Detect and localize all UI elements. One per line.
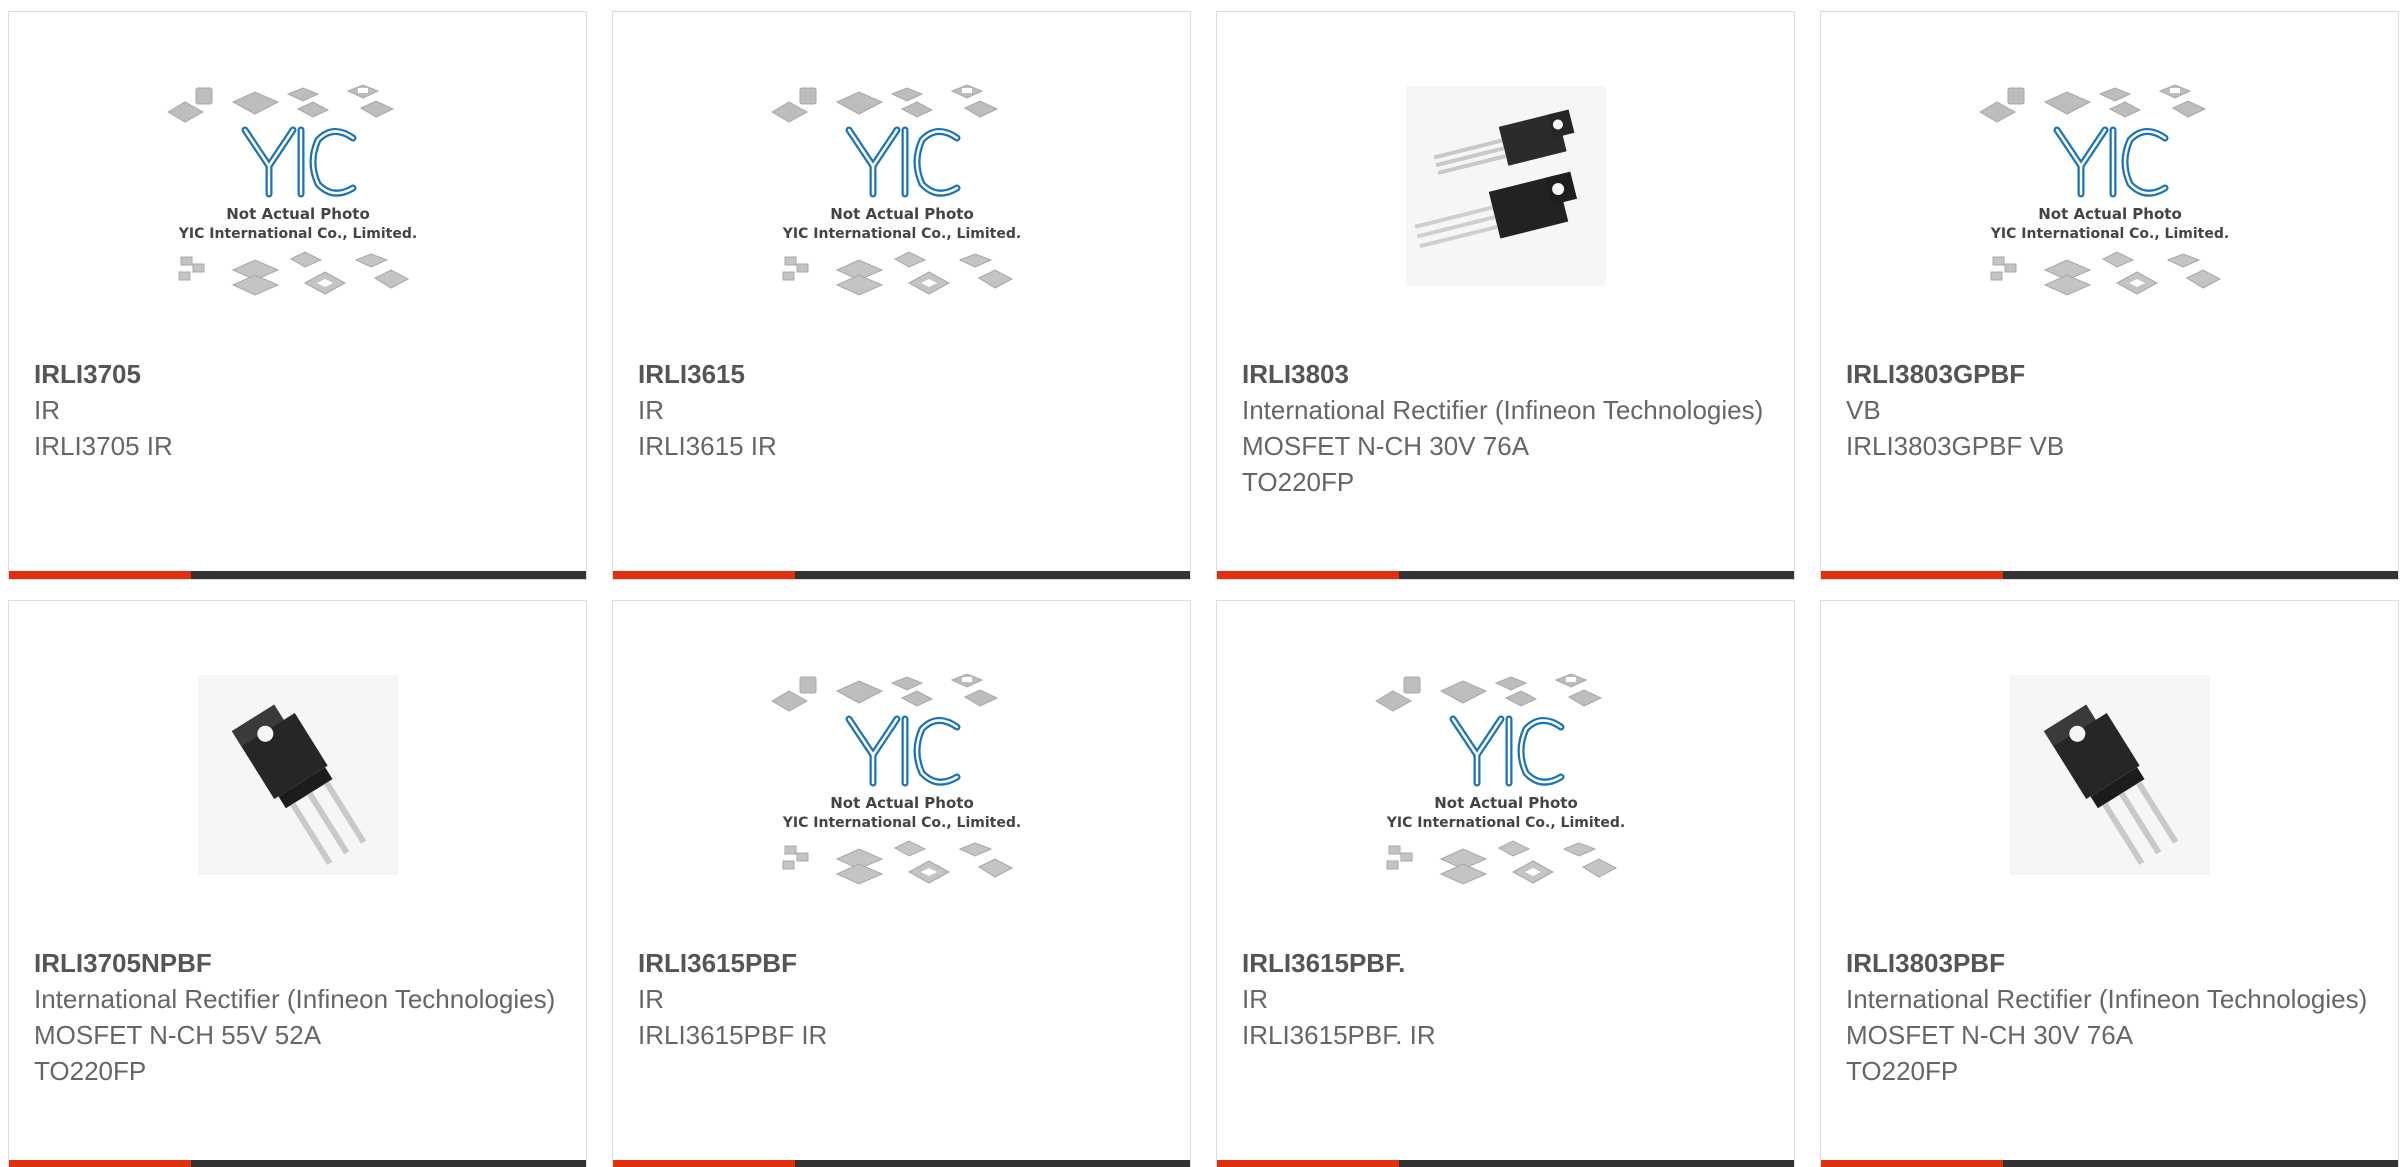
- product-info: IRLI3615PBF IR IRLI3615PBF IR: [638, 945, 1170, 1053]
- card-accent: [613, 1160, 795, 1167]
- product-image[interactable]: [1217, 74, 1794, 352]
- card-bottom-bar: [1217, 571, 1794, 579]
- product-card[interactable]: Not Actual Photo YIC International Co., …: [612, 11, 1191, 580]
- product-grid: Not Actual Photo YIC International Co., …: [0, 0, 2400, 1167]
- to220-package-pair-image: [1405, 86, 1606, 286]
- description: MOSFET N-CH 30V 76A: [1242, 431, 1530, 461]
- product-image[interactable]: [9, 663, 586, 941]
- product-image[interactable]: Not Actual Photo YIC International Co., …: [613, 74, 1190, 352]
- card-accent: [1821, 1160, 2003, 1167]
- product-card[interactable]: Not Actual Photo YIC International Co., …: [8, 11, 587, 580]
- card-accent: [1217, 1160, 1399, 1167]
- not-actual-photo-image: Not Actual Photo YIC International Co., …: [166, 84, 417, 296]
- package: TO220FP: [1242, 467, 1355, 497]
- card-bottom-bar: [1821, 571, 2398, 579]
- placeholder-caption-2: YIC International Co., Limited.: [1989, 226, 2228, 242]
- placeholder-caption-1: Not Actual Photo: [2038, 205, 2182, 223]
- product-info: IRLI3615PBF. IR IRLI3615PBF. IR: [1242, 945, 1774, 1053]
- description: IRLI3803GPBF VB: [1846, 431, 2065, 461]
- placeholder-caption-1: Not Actual Photo: [1434, 794, 1578, 812]
- placeholder-caption-2: YIC International Co., Limited.: [177, 226, 416, 242]
- product-info: IRLI3803PBF International Rectifier (Inf…: [1846, 945, 2378, 1089]
- part-number-link[interactable]: IRLI3615PBF.: [1242, 945, 1774, 981]
- product-info: IRLI3615 IR IRLI3615 IR: [638, 356, 1170, 464]
- part-number-link[interactable]: IRLI3615PBF: [638, 945, 1170, 981]
- description: IRLI3615 IR: [638, 431, 777, 461]
- product-card[interactable]: Not Actual Photo YIC International Co., …: [612, 600, 1191, 1167]
- part-number-link[interactable]: IRLI3615: [638, 356, 1170, 392]
- not-actual-photo-image: Not Actual Photo YIC International Co., …: [770, 84, 1021, 296]
- product-image[interactable]: Not Actual Photo YIC International Co., …: [1821, 74, 2398, 352]
- placeholder-caption-1: Not Actual Photo: [226, 205, 370, 223]
- package: TO220FP: [34, 1056, 147, 1086]
- card-accent: [9, 1160, 191, 1167]
- part-number-link[interactable]: IRLI3705: [34, 356, 566, 392]
- to220-package-image: [2009, 675, 2210, 875]
- manufacturer: VB: [1846, 395, 1881, 425]
- placeholder-caption-2: YIC International Co., Limited.: [781, 226, 1020, 242]
- card-bottom-bar: [613, 1160, 1190, 1167]
- part-number-link[interactable]: IRLI3705NPBF: [34, 945, 566, 981]
- product-image[interactable]: Not Actual Photo YIC International Co., …: [1217, 663, 1794, 941]
- manufacturer: International Rectifier (Infineon Techno…: [1846, 984, 2368, 1014]
- card-bottom-bar: [9, 571, 586, 579]
- card-accent: [1217, 571, 1399, 579]
- product-image[interactable]: Not Actual Photo YIC International Co., …: [9, 74, 586, 352]
- product-image[interactable]: [1821, 663, 2398, 941]
- card-accent: [9, 571, 191, 579]
- placeholder-caption-1: Not Actual Photo: [830, 205, 974, 223]
- part-number-link[interactable]: IRLI3803: [1242, 356, 1774, 392]
- product-info: IRLI3803 International Rectifier (Infine…: [1242, 356, 1774, 500]
- card-bottom-bar: [613, 571, 1190, 579]
- not-actual-photo-image: Not Actual Photo YIC International Co., …: [1374, 673, 1625, 885]
- manufacturer: IR: [638, 395, 664, 425]
- not-actual-photo-image: Not Actual Photo YIC International Co., …: [1978, 84, 2229, 296]
- product-card[interactable]: Not Actual Photo YIC International Co., …: [1820, 11, 2399, 580]
- product-image[interactable]: Not Actual Photo YIC International Co., …: [613, 663, 1190, 941]
- description: MOSFET N-CH 30V 76A: [1846, 1020, 2134, 1050]
- description: IRLI3615PBF IR: [638, 1020, 828, 1050]
- card-accent: [1821, 571, 2003, 579]
- placeholder-caption-2: YIC International Co., Limited.: [781, 815, 1020, 831]
- product-card[interactable]: Not Actual Photo YIC International Co., …: [1216, 600, 1795, 1167]
- manufacturer: IR: [1242, 984, 1268, 1014]
- manufacturer: International Rectifier (Infineon Techno…: [34, 984, 556, 1014]
- placeholder-caption-1: Not Actual Photo: [830, 794, 974, 812]
- card-bottom-bar: [1217, 1160, 1794, 1167]
- manufacturer: IR: [638, 984, 664, 1014]
- description: MOSFET N-CH 55V 52A: [34, 1020, 322, 1050]
- manufacturer: IR: [34, 395, 60, 425]
- product-card[interactable]: IRLI3803 International Rectifier (Infine…: [1216, 11, 1795, 580]
- part-number-link[interactable]: IRLI3803PBF: [1846, 945, 2378, 981]
- product-card[interactable]: IRLI3803PBF International Rectifier (Inf…: [1820, 600, 2399, 1167]
- card-accent: [613, 571, 795, 579]
- product-card[interactable]: IRLI3705NPBF International Rectifier (In…: [8, 600, 587, 1167]
- manufacturer: International Rectifier (Infineon Techno…: [1242, 395, 1764, 425]
- card-bottom-bar: [1821, 1160, 2398, 1167]
- description: IRLI3615PBF. IR: [1242, 1020, 1436, 1050]
- product-info: IRLI3705NPBF International Rectifier (In…: [34, 945, 566, 1089]
- product-info: IRLI3705 IR IRLI3705 IR: [34, 356, 566, 464]
- not-actual-photo-image: Not Actual Photo YIC International Co., …: [770, 673, 1021, 885]
- placeholder-caption-2: YIC International Co., Limited.: [1385, 815, 1624, 831]
- card-bottom-bar: [9, 1160, 586, 1167]
- description: IRLI3705 IR: [34, 431, 173, 461]
- product-info: IRLI3803GPBF VB IRLI3803GPBF VB: [1846, 356, 2378, 464]
- package: TO220FP: [1846, 1056, 1959, 1086]
- part-number-link[interactable]: IRLI3803GPBF: [1846, 356, 2378, 392]
- to220-package-image: [197, 675, 398, 875]
